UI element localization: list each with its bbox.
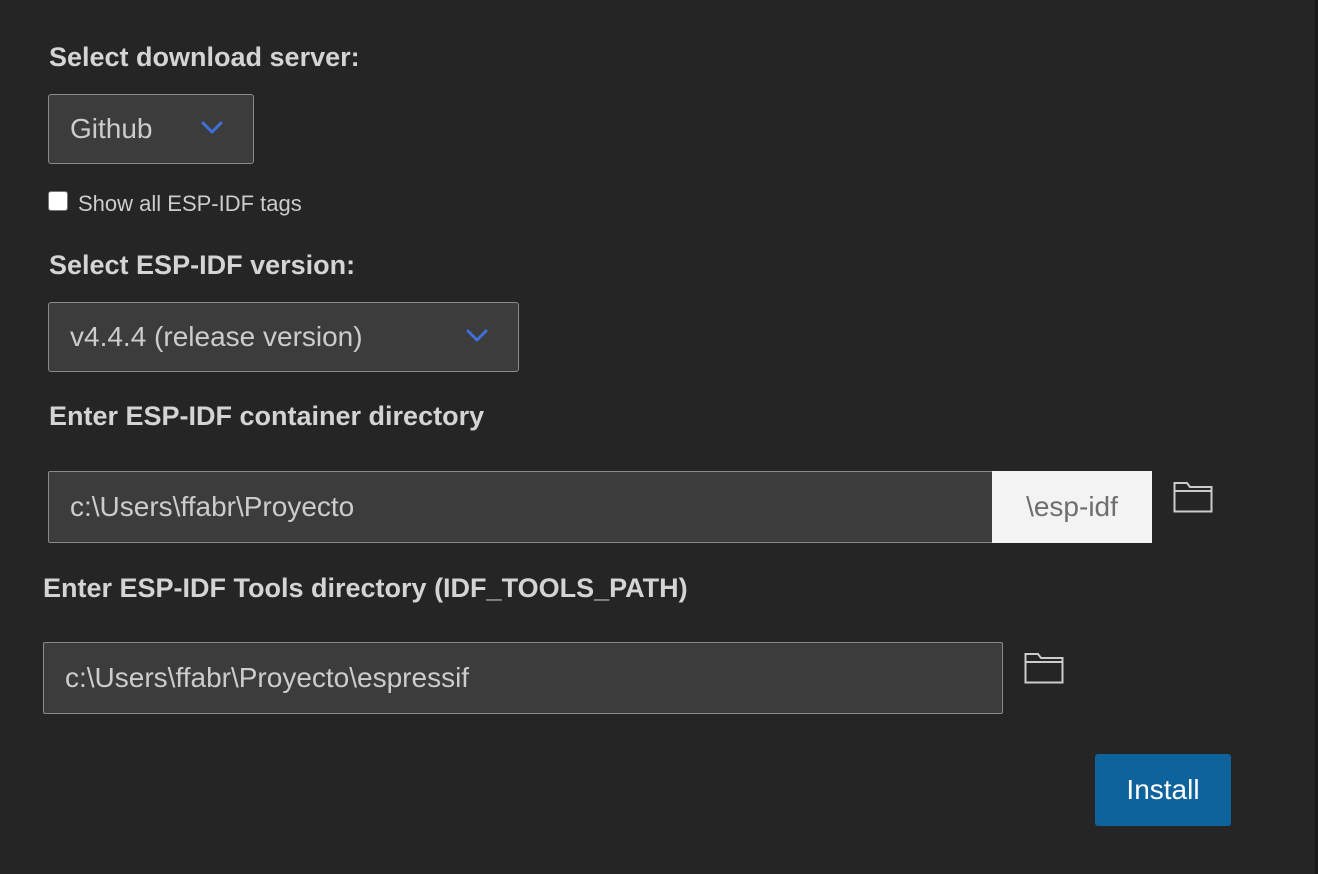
install-button[interactable]: Install [1095, 754, 1231, 826]
idf-version-label: Select ESP-IDF version: [49, 250, 356, 280]
chevron-down-icon [201, 121, 223, 134]
folder-icon[interactable] [1173, 480, 1213, 514]
download-server-label: Select download server: [49, 42, 360, 72]
download-server-value: Github [70, 113, 153, 144]
idf-version-value: v4.4.4 (release version) [70, 321, 363, 352]
folder-icon[interactable] [1024, 651, 1064, 685]
download-server-select[interactable]: Github [48, 94, 254, 164]
container-dir-label: Enter ESP-IDF container directory [49, 401, 485, 431]
idf-version-select[interactable]: v4.4.4 (release version) [48, 302, 519, 372]
tools-dir-input[interactable]: c:\Users\ffabr\Proyecto\espressif [43, 642, 1003, 714]
container-dir-value: c:\Users\ffabr\Proyecto [70, 491, 355, 522]
tools-dir-label: Enter ESP-IDF Tools directory (IDF_TOOLS… [43, 573, 688, 603]
show-all-tags-checkbox[interactable] [48, 191, 68, 211]
show-all-tags-label: Show all ESP-IDF tags [78, 191, 302, 216]
tools-dir-value: c:\Users\ffabr\Proyecto\espressif [65, 662, 470, 693]
chevron-down-icon [466, 329, 488, 342]
container-dir-suffix: \esp-idf [992, 471, 1152, 543]
show-all-tags-row: Show all ESP-IDF tags [48, 191, 302, 217]
setup-panel: Select download server: Github Show all … [0, 0, 1318, 874]
container-dir-input[interactable]: c:\Users\ffabr\Proyecto [48, 471, 992, 543]
